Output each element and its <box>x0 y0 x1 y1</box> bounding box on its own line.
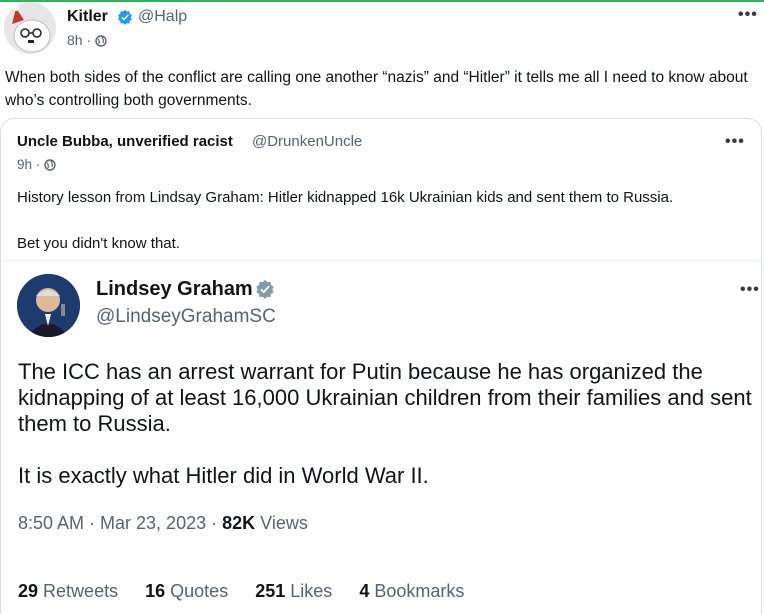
author-name[interactable]: Kitler <box>67 8 108 26</box>
author-handle[interactable]: @Halp <box>138 8 187 26</box>
quote-more-options-button[interactable]: ••• <box>725 133 745 151</box>
globe-icon <box>95 35 107 47</box>
quotes-label: Quotes <box>170 581 229 601</box>
embedded-tweet-text-2: It is exactly what Hitler did in World W… <box>18 463 429 488</box>
embedded-author-avatar[interactable] <box>17 274 80 337</box>
likes-label: Likes <box>290 581 333 601</box>
quotes-count: 16 <box>145 581 166 601</box>
top-accent-bar <box>0 0 764 2</box>
bookmarks-label: Bookmarks <box>374 581 465 601</box>
verified-gray-badge-icon <box>256 279 274 299</box>
post-more-options-button[interactable]: ••• <box>738 6 758 24</box>
retweets-count: 29 <box>18 581 39 601</box>
globe-icon <box>44 159 56 172</box>
quoted-post[interactable]: Uncle Bubba, unverified racist @DrunkenU… <box>0 118 762 615</box>
retweets-label: Retweets <box>43 581 119 601</box>
views-count: 82K <box>222 513 256 533</box>
views-label: Views <box>255 513 308 533</box>
quote-timestamp: 9h · <box>17 157 56 172</box>
embedded-author-handle[interactable]: @LindseyGrahamSC <box>96 306 276 328</box>
embedded-author-name[interactable]: Lindsey Graham <box>96 278 253 301</box>
post-timestamp: 8h · <box>67 32 107 48</box>
verified-badge-icon <box>118 9 132 25</box>
bookmarks-stat[interactable]: 4 Bookmarks <box>359 581 464 601</box>
quotes-stat[interactable]: 16 Quotes <box>145 581 228 601</box>
embedded-tweet-meta: 8:50 AM · Mar 23, 2023 · 82K Views <box>18 513 308 534</box>
likes-count: 251 <box>255 581 286 601</box>
post-time-text: 8h · <box>67 32 92 48</box>
author-avatar[interactable] <box>4 2 56 54</box>
embedded-tweet-text: The ICC has an arrest warrant for Putin … <box>18 359 752 436</box>
engagement-stats: 29 Retweets 16 Quotes 251 Likes 4 Bookma… <box>18 581 486 602</box>
quote-time-text: 9h · <box>17 157 41 172</box>
bookmarks-count: 4 <box>359 581 370 601</box>
quote-text-line2: Bet you didn't know that. <box>17 235 180 252</box>
quote-author-handle[interactable]: @DrunkenUncle <box>252 133 362 150</box>
cat-avatar-icon <box>4 2 56 54</box>
embedded-timestamp: 8:50 AM · Mar 23, 2023 · <box>18 513 223 533</box>
likes-stat[interactable]: 251 Likes <box>255 581 332 601</box>
embedded-more-options-button[interactable]: ••• <box>740 281 760 299</box>
retweets-stat[interactable]: 29 Retweets <box>18 581 118 601</box>
quote-author-name[interactable]: Uncle Bubba, unverified racist <box>17 133 233 150</box>
post-text: When both sides of the conflict are call… <box>5 69 748 109</box>
quote-text-line1: History lesson from Lindsay Graham: Hitl… <box>17 189 674 206</box>
person-avatar-icon <box>17 274 80 337</box>
embedded-tweet-image[interactable]: Lindsey Graham @LindseyGrahamSC ••• The … <box>2 260 761 615</box>
